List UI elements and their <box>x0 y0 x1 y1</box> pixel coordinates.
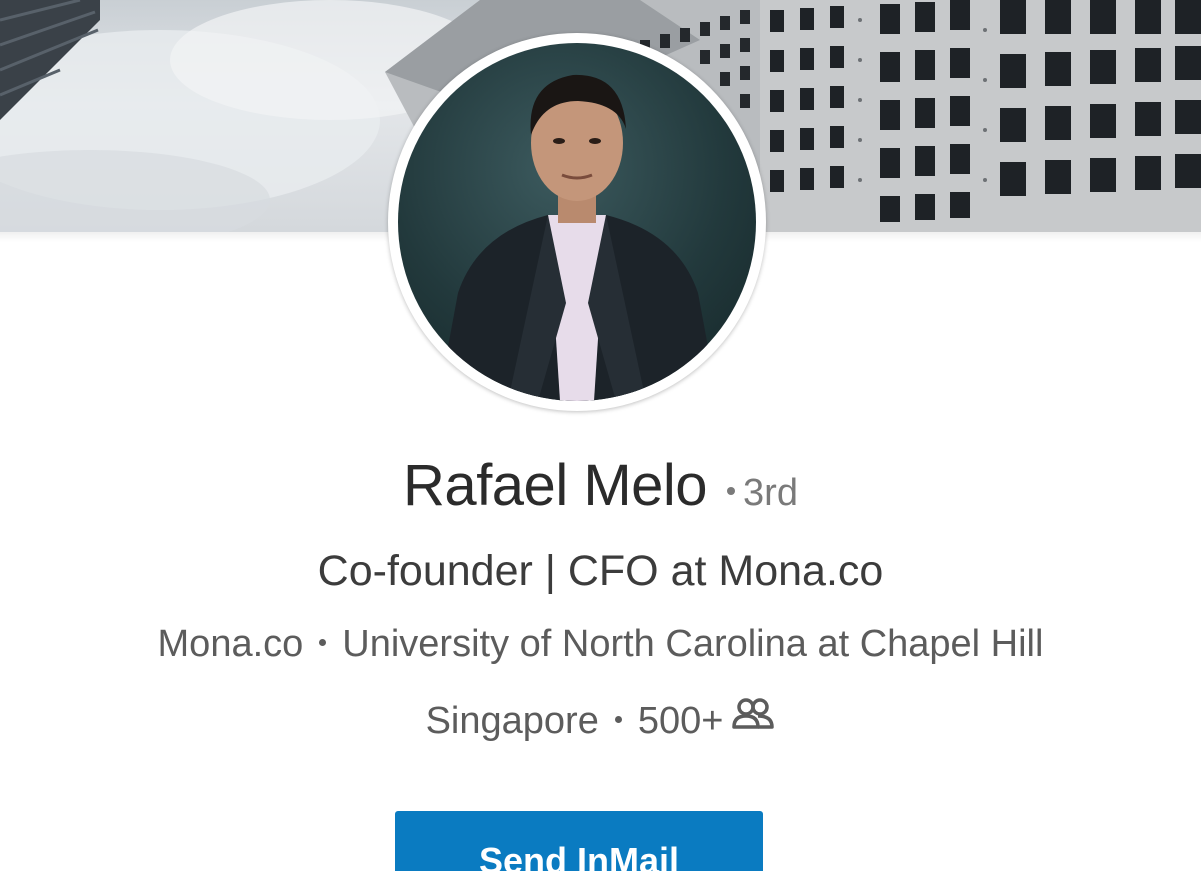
avatar-photo <box>398 43 756 401</box>
profile-name: Rafael Melo <box>403 453 708 518</box>
separator-dot <box>614 716 622 724</box>
profile-org-row: Mona.co University of North Carolina at C… <box>0 623 1201 666</box>
connection-degree-label: 3rd <box>743 472 798 514</box>
degree-separator-dot <box>727 486 736 495</box>
profile-location-row: Singapore 500+ <box>0 698 1201 744</box>
separator-dot <box>319 639 327 647</box>
send-inmail-button[interactable]: Send InMail <box>395 811 763 871</box>
current-company-link[interactable]: Mona.co <box>158 623 304 665</box>
connection-degree: 3rd <box>727 472 798 514</box>
profile-name-row: Rafael Melo 3rd <box>0 452 1201 519</box>
connections-icon <box>731 696 775 739</box>
connections-count: 500+ <box>637 700 724 742</box>
profile-location: Singapore <box>425 700 599 742</box>
profile-page: Rafael Melo 3rd Co-founder | CFO at Mona.… <box>0 0 1201 871</box>
school-link[interactable]: University of North Carolina at Chapel H… <box>342 623 1043 665</box>
profile-headline: Co-founder | CFO at Mona.co <box>317 547 884 595</box>
profile-avatar[interactable] <box>388 33 766 411</box>
